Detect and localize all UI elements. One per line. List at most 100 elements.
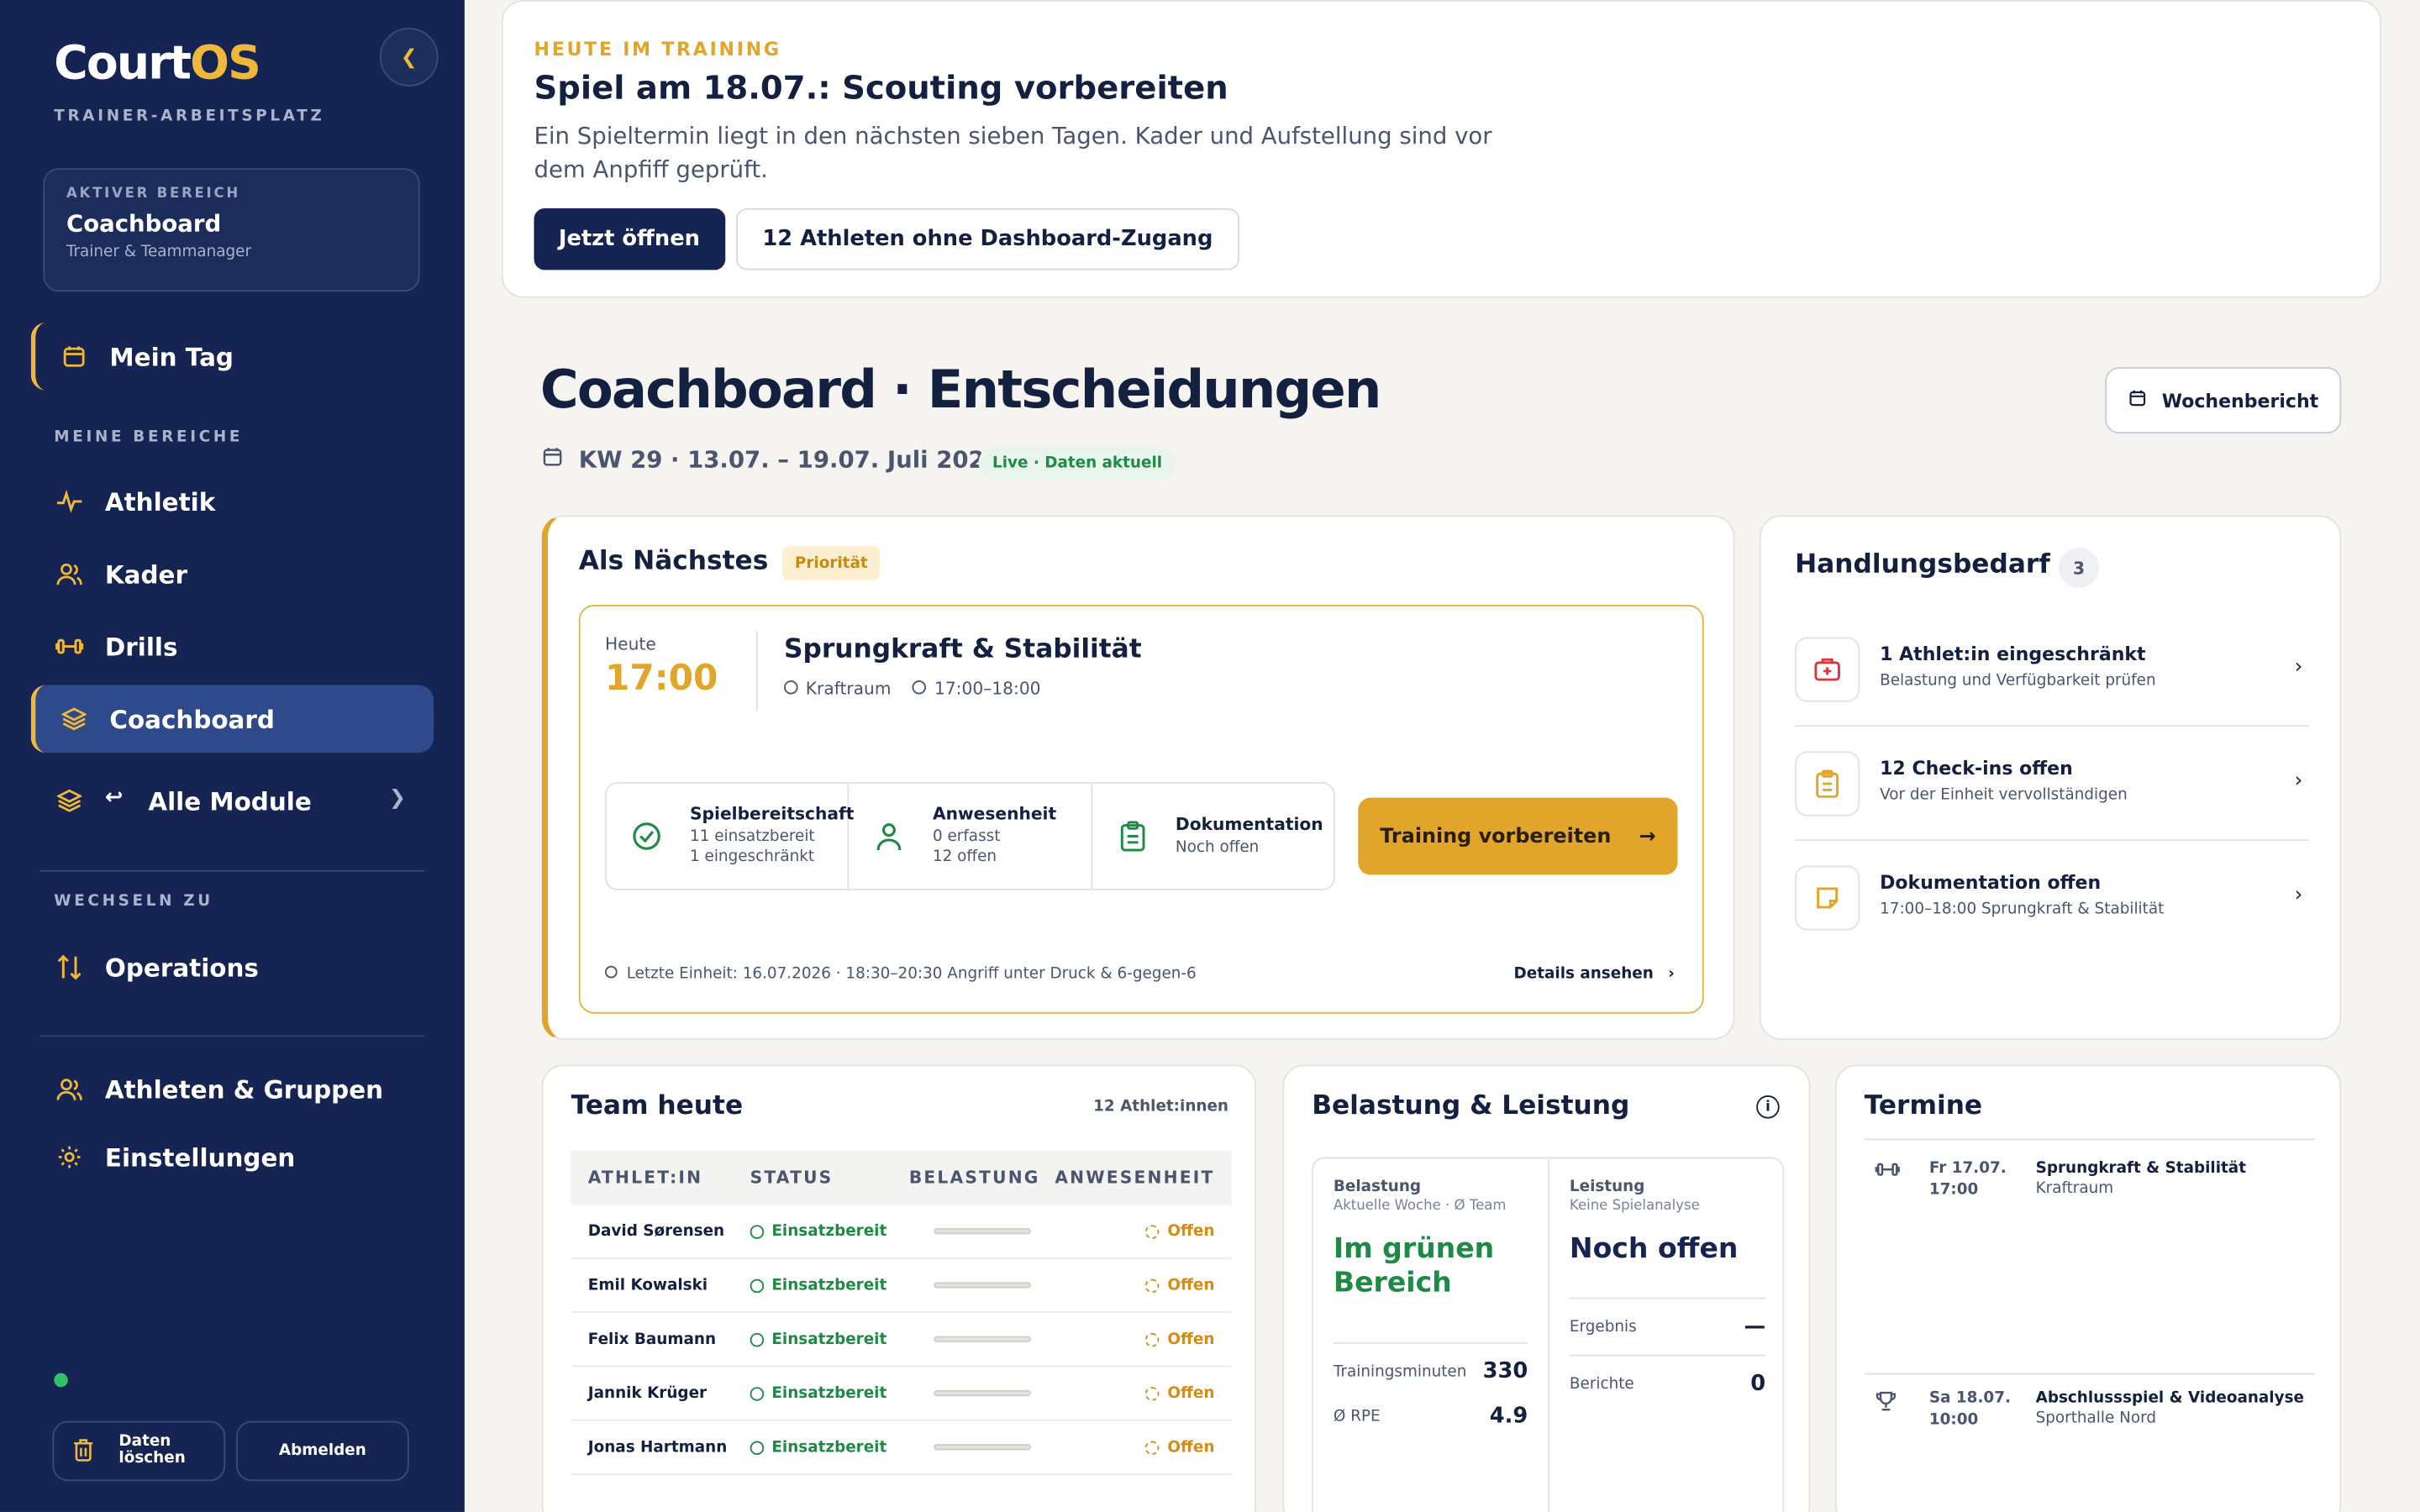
pulse-icon <box>55 487 83 515</box>
active-area-card[interactable]: AKTIVER BEREICH Coachboard Trainer & Tea… <box>43 168 420 292</box>
card-title: Als Nächstes <box>578 546 769 577</box>
action-item[interactable]: 1 Athlet:in eingeschränkt Belastung und … <box>1795 612 2309 727</box>
abmelden-button[interactable]: Abmelden <box>236 1420 409 1482</box>
event-day: Sa 18.07. <box>1928 1389 2011 1408</box>
card-title: Belastung & Leistung <box>1312 1090 1630 1122</box>
details-link[interactable]: Details ansehen › <box>1514 966 1675 983</box>
wochenbericht-button[interactable]: Wochenbericht <box>2105 367 2342 434</box>
check-circle-icon <box>631 821 662 852</box>
load-performance-card: Belastung & Leistung i Belastung Aktuell… <box>1282 1064 1811 1512</box>
app-logo[interactable]: CourtOS <box>54 37 261 91</box>
wochenbericht-label: Wochenbericht <box>2161 389 2319 412</box>
week-label: KW 29 · 13.07. – 19.07. Juli 2026 <box>578 445 1001 474</box>
athleten-ohne-zugang-button[interactable]: 12 Athleten ohne Dashboard-Zugang <box>736 207 1239 270</box>
kv-label: Berichte <box>1569 1375 1634 1393</box>
layers-icon <box>60 705 88 732</box>
nav-athletik[interactable]: Athletik <box>31 468 434 536</box>
nav-athleten-gruppen[interactable]: Athleten & Gruppen <box>31 1055 434 1123</box>
nav-alle-module[interactable]: ↩ Alle Module ❯ <box>31 767 434 835</box>
session-day: Heute <box>604 633 656 654</box>
daten-loeschen-button[interactable]: Daten löschen <box>52 1420 226 1482</box>
status-label: Einsatzbereit <box>771 1276 887 1294</box>
sidebar-divider <box>39 869 425 872</box>
status-ring-icon <box>750 1386 765 1400</box>
action-subtitle: Belastung und Verfügbarkeit prüfen <box>1880 672 2156 690</box>
table-header: ATHLET:IN STATUS BELASTUNG ANWESENHEIT <box>571 1151 1232 1205</box>
stat-spielbereitschaft[interactable]: Spielbereitschaft 11 einsatzbereit 1 ein… <box>607 784 854 889</box>
count-badge: 3 <box>2059 548 2099 588</box>
session-meta: Kraftraum 17:00–18:00 <box>784 679 1041 699</box>
event-item[interactable]: Fr 17.07. 17:00 Sprungkraft & Stabilität … <box>1864 1158 2316 1375</box>
attendance-cell[interactable]: Offen <box>1145 1384 1214 1402</box>
action-item[interactable]: Dokumentation offen 17:00–18:00 Sprungkr… <box>1795 841 2309 955</box>
nav-label: Einstellungen <box>104 1142 296 1172</box>
session-box[interactable]: Heute 17:00 Sprungkraft & Stabilität Kra… <box>578 604 1704 1014</box>
attendance-cell[interactable]: Offen <box>1145 1439 1214 1456</box>
action-subtitle: Vor der Einheit vervollständigen <box>1880 786 2128 804</box>
training-vorbereiten-button[interactable]: Training vorbereiten → <box>1358 797 1678 875</box>
trash-icon <box>72 1438 94 1467</box>
trophy-icon <box>1876 1390 1897 1418</box>
table-row[interactable]: Jonas Hartmann Einsatzbereit Offen <box>571 1421 1232 1475</box>
status-cell: Einsatzbereit <box>750 1276 887 1294</box>
jetzt-oeffnen-button[interactable]: Jetzt öffnen <box>534 207 725 270</box>
location-icon <box>784 680 798 695</box>
stat-title: Dokumentation <box>1175 814 1323 835</box>
dumbbell-icon <box>55 633 84 660</box>
load-column: Belastung Aktuelle Woche · Ø Team Im grü… <box>1313 1158 1550 1512</box>
nav-kader[interactable]: Kader <box>31 540 434 608</box>
daten-loeschen-label: Daten löschen <box>118 1433 185 1467</box>
status-label: Einsatzbereit <box>771 1222 887 1240</box>
stat-title: Spielbereitschaft <box>690 803 855 824</box>
stat-anwesenheit[interactable]: Anwesenheit 0 erfasst 12 offen <box>850 784 1092 889</box>
athlete-name: Emil Kowalski <box>587 1276 708 1294</box>
table-row[interactable]: David Sørensen Einsatzbereit Offen <box>571 1205 1232 1259</box>
chevron-left-icon: ❮ <box>400 45 418 69</box>
load-bar <box>934 1444 1031 1451</box>
nav-mein-tag[interactable]: Mein Tag <box>30 322 434 391</box>
stat-dokumentation[interactable]: Dokumentation Noch offen <box>1092 784 1334 889</box>
attendance-cell[interactable]: Offen <box>1145 1223 1214 1240</box>
collapse-sidebar-button[interactable]: ❮ <box>379 28 439 87</box>
event-item[interactable]: Sa 18.07. 10:00 Abschlussspiel & Videoana… <box>1865 1389 2315 1450</box>
clock-icon <box>604 965 618 979</box>
athlete-count: 12 Athlet:innen <box>1093 1098 1229 1116</box>
clipboard-icon <box>1117 821 1148 852</box>
table-row[interactable]: Emil Kowalski Einsatzbereit Offen <box>571 1259 1232 1314</box>
nav-drills[interactable]: Drills <box>31 612 434 680</box>
table-row[interactable]: Jannik Krüger Einsatzbereit Offen <box>571 1367 1232 1421</box>
column-header: BELASTUNG <box>908 1168 1040 1189</box>
attendance-cell[interactable]: Offen <box>1145 1331 1215 1348</box>
banner-title: Spiel am 18.07.: Scouting vorbereiten <box>534 69 1228 107</box>
dumbbell-icon <box>1875 1160 1900 1184</box>
load-bar <box>934 1228 1031 1235</box>
stat-line: 11 einsatzbereit <box>690 828 815 846</box>
nav-operations[interactable]: Operations <box>31 933 434 1001</box>
sidebar-divider <box>39 1035 425 1037</box>
nav-label: Drills <box>104 632 178 662</box>
athlete-name: Jannik Krüger <box>587 1384 708 1402</box>
banner-kicker: HEUTE IM TRAINING <box>534 38 781 60</box>
attendance-cell[interactable]: Offen <box>1145 1277 1214 1294</box>
nav-einstellungen[interactable]: Einstellungen <box>31 1123 434 1191</box>
load-sublabel: Aktuelle Woche · Ø Team <box>1333 1199 1507 1215</box>
calendar-icon <box>542 446 564 474</box>
nav-label: Kader <box>104 559 187 589</box>
info-icon[interactable]: i <box>1756 1095 1780 1119</box>
team-today-card: Team heute 12 Athlet:innen ATHLET:IN STA… <box>541 1064 1257 1512</box>
separator <box>755 631 758 711</box>
attendance-label: Offen <box>1167 1331 1215 1348</box>
last-unit-info: Letzte Einheit: 16.07.2026 · 18:30–20:30… <box>604 965 1197 983</box>
action-title: 1 Athlet:in eingeschränkt <box>1880 643 2146 665</box>
chevron-right-icon: › <box>2294 884 2303 907</box>
kv-value: 4.9 <box>1489 1404 1528 1429</box>
nav-coachboard[interactable]: Coachboard <box>30 685 434 753</box>
table-row[interactable]: Felix Baumann Einsatzbereit Offen <box>571 1313 1232 1368</box>
clock-icon <box>913 680 927 695</box>
nav-label: Coachboard <box>109 704 275 734</box>
swap-arrows-icon <box>55 953 83 981</box>
priority-badge: Priorität <box>782 546 881 580</box>
stat-line: 1 eingeschränkt <box>690 848 815 866</box>
action-item[interactable]: 12 Check-ins offen Vor der Einheit vervo… <box>1795 727 2309 842</box>
load-bar <box>934 1282 1031 1289</box>
